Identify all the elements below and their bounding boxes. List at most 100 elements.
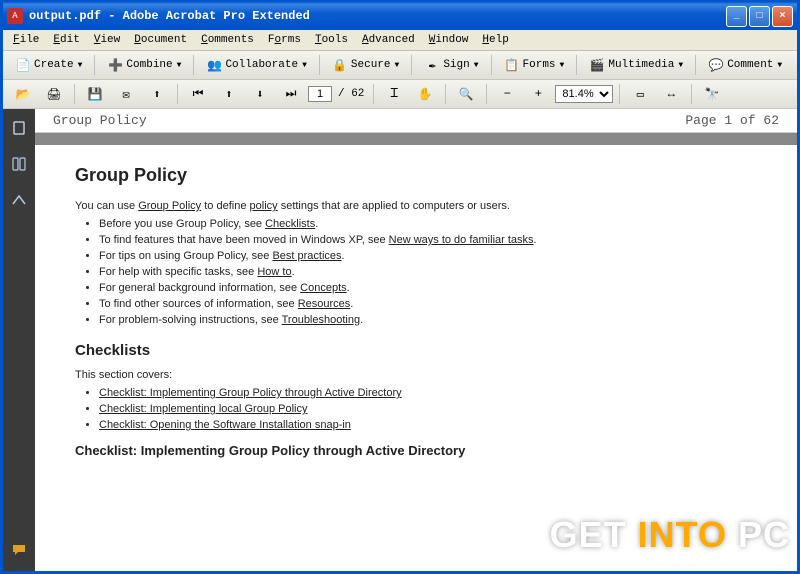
document-header: Group Policy Page 1 of 62	[35, 109, 797, 133]
chevron-down-icon: ▼	[395, 61, 400, 70]
pages-panel-button[interactable]	[8, 117, 30, 139]
hand-tool-button[interactable]: ✋	[411, 83, 439, 105]
chevron-down-icon: ▼	[78, 61, 83, 70]
app-icon: A	[7, 8, 23, 24]
link-troubleshooting[interactable]: Troubleshooting	[282, 314, 360, 326]
link-best-practices[interactable]: Best practices	[272, 250, 341, 262]
maximize-button[interactable]: □	[749, 6, 770, 27]
sign-button[interactable]: ✒Sign▼	[418, 54, 484, 76]
menu-comments[interactable]: Comments	[195, 32, 260, 48]
menu-tools[interactable]: Tools	[309, 32, 354, 48]
last-icon: ⏭	[283, 86, 299, 102]
menu-advanced[interactable]: Advanced	[356, 32, 421, 48]
checklist-ad-heading: Checklist: Implementing Group Policy thr…	[75, 443, 757, 458]
separator	[373, 84, 374, 104]
chevron-down-icon: ▼	[474, 61, 479, 70]
print-icon: 🖨	[46, 86, 62, 102]
separator	[193, 55, 194, 75]
page-total-label: / 62	[338, 88, 364, 100]
list-item: Checklist: Implementing Group Policy thr…	[99, 387, 757, 399]
list-item: Before you use Group Policy, see Checkli…	[99, 218, 757, 230]
forms-button[interactable]: 📋Forms▼	[498, 54, 571, 76]
separator	[445, 84, 446, 104]
multimedia-button[interactable]: 🎬Multimedia▼	[583, 54, 689, 76]
list-item: For tips on using Group Policy, see Best…	[99, 250, 757, 262]
fit-width-icon: ↔	[663, 86, 679, 102]
link-checklist-snapin[interactable]: Checklist: Opening the Software Installa…	[99, 419, 351, 431]
window-title: output.pdf - Adobe Acrobat Pro Extended	[29, 9, 726, 23]
separator	[491, 55, 492, 75]
link-new-ways[interactable]: New ways to do familiar tasks	[389, 234, 534, 246]
create-button[interactable]: 📄Create▼	[9, 54, 88, 76]
combine-button[interactable]: ➕Combine▼	[101, 54, 187, 76]
comment-button[interactable]: 💬Comment▼	[702, 54, 788, 76]
up-icon: ⬆	[221, 86, 237, 102]
watermark: GET INTO PC	[550, 514, 790, 556]
link-checklist-local[interactable]: Checklist: Implementing local Group Poli…	[99, 403, 307, 415]
link-group-policy[interactable]: Group Policy	[138, 200, 201, 212]
print-button[interactable]: 🖨	[40, 83, 68, 105]
checklists-list: Checklist: Implementing Group Policy thr…	[99, 387, 757, 431]
menu-help[interactable]: Help	[476, 32, 514, 48]
close-button[interactable]: ×	[772, 6, 793, 27]
list-item: To find features that have been moved in…	[99, 234, 757, 246]
chevron-down-icon: ▼	[302, 61, 307, 70]
last-page-button[interactable]: ⏭	[277, 83, 305, 105]
menu-window[interactable]: Window	[423, 32, 475, 48]
text-select-icon: Ꮖ	[386, 86, 402, 102]
menu-document[interactable]: Document	[128, 32, 193, 48]
upload-icon: ⬆	[149, 86, 165, 102]
first-icon: ⏮	[190, 86, 206, 102]
link-policy[interactable]: policy	[250, 200, 278, 212]
separator	[619, 84, 620, 104]
secure-button[interactable]: 🔒Secure▼	[326, 54, 405, 76]
fit-width-button[interactable]: ↔	[657, 83, 685, 105]
save-button[interactable]: 💾	[81, 83, 109, 105]
plus-icon: +	[530, 86, 546, 102]
zoom-select[interactable]: 81.4%	[555, 85, 613, 103]
first-page-button[interactable]: ⏮	[184, 83, 212, 105]
bookmarks-panel-button[interactable]	[8, 153, 30, 175]
separator	[695, 55, 696, 75]
signatures-panel-button[interactable]	[8, 189, 30, 211]
zoom-in-button[interactable]: +	[524, 83, 552, 105]
menu-forms[interactable]: Forms	[262, 32, 307, 48]
window-controls: _ □ ×	[726, 6, 793, 27]
titlebar: A output.pdf - Adobe Acrobat Pro Extende…	[3, 2, 797, 30]
marquee-zoom-button[interactable]: 🔍	[452, 83, 480, 105]
email-button[interactable]: ✉	[112, 83, 140, 105]
menu-edit[interactable]: Edit	[47, 32, 85, 48]
lock-icon: 🔒	[332, 57, 348, 73]
forms-icon: 📋	[504, 57, 520, 73]
select-tool-button[interactable]: Ꮖ	[380, 83, 408, 105]
collaborate-button[interactable]: 👥Collaborate▼	[200, 54, 312, 76]
minus-icon: −	[499, 86, 515, 102]
fit-page-button[interactable]: ▭	[626, 83, 654, 105]
link-checklists[interactable]: Checklists	[265, 218, 315, 230]
nav-panel	[3, 109, 35, 571]
comments-panel-button[interactable]	[8, 539, 30, 561]
open-button[interactable]: 📂	[9, 83, 37, 105]
chevron-down-icon: ▼	[777, 61, 782, 70]
zoom-out-button[interactable]: −	[493, 83, 521, 105]
find-button[interactable]: 🔭	[698, 83, 726, 105]
page-number-input[interactable]	[308, 86, 332, 102]
link-resources[interactable]: Resources	[298, 298, 351, 310]
prev-page-button[interactable]: ⬆	[215, 83, 243, 105]
next-page-button[interactable]: ⬇	[246, 83, 274, 105]
separator	[691, 84, 692, 104]
sign-icon: ✒	[424, 57, 440, 73]
create-icon: 📄	[15, 57, 31, 73]
document-page[interactable]: Group Policy You can use Group Policy to…	[35, 145, 797, 571]
menu-view[interactable]: View	[88, 32, 126, 48]
link-concepts[interactable]: Concepts	[300, 282, 346, 294]
list-item: To find other sources of information, se…	[99, 298, 757, 310]
minimize-button[interactable]: _	[726, 6, 747, 27]
down-icon: ⬇	[252, 86, 268, 102]
menu-file[interactable]: File	[7, 32, 45, 48]
upload-button[interactable]: ⬆	[143, 83, 171, 105]
link-checklist-ad[interactable]: Checklist: Implementing Group Policy thr…	[99, 387, 402, 399]
menubar: File Edit View Document Comments Forms T…	[3, 30, 797, 51]
link-how-to[interactable]: How to	[257, 266, 291, 278]
chevron-down-icon: ▼	[560, 61, 565, 70]
